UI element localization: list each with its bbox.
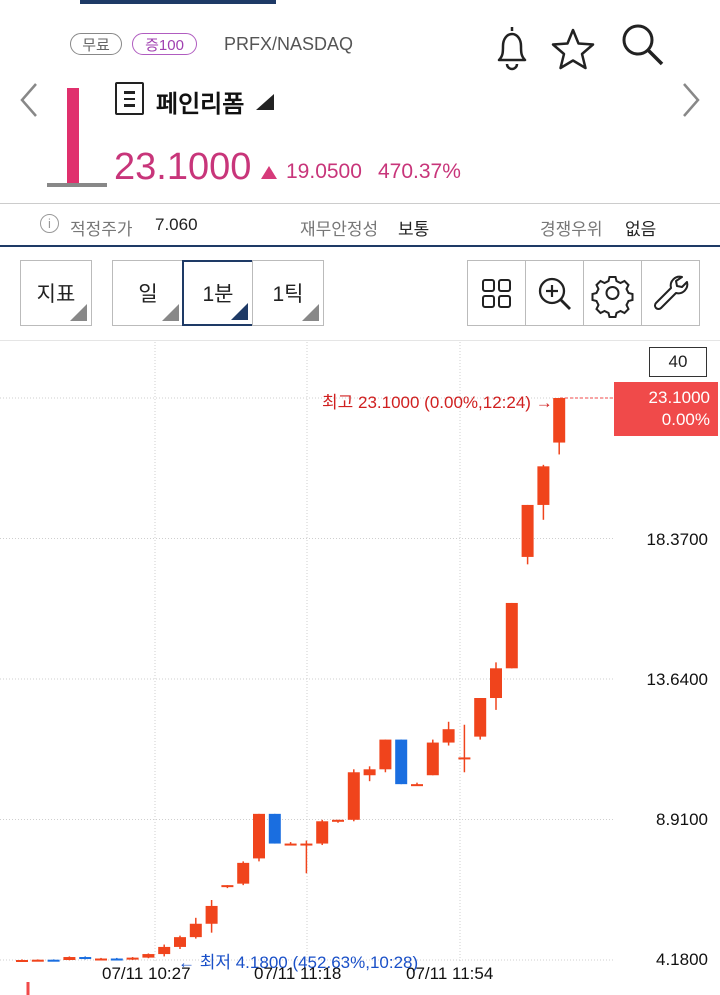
candle-body [253, 813, 265, 859]
x-tick-label: 07/11 11:18 [254, 964, 342, 983]
x-tick-label: 07/11 10:27 [102, 964, 191, 983]
menu-icon[interactable] [115, 82, 144, 115]
info-icon[interactable]: i [40, 214, 59, 233]
candle-body [316, 821, 329, 844]
mini-price-base [47, 183, 107, 187]
candle-body [31, 959, 44, 962]
candle-body [474, 698, 487, 737]
financial-label: 재무안정성 [300, 220, 379, 239]
candle-body [63, 957, 76, 960]
candle-body [300, 843, 313, 846]
zoom-button[interactable] [525, 260, 584, 326]
candle-body [332, 819, 344, 822]
y-tick-label: 13.6400 [646, 670, 708, 689]
tick-label: 1틱 [272, 283, 304, 306]
tab-indicator [80, 0, 276, 4]
star-icon[interactable] [550, 26, 596, 72]
candle-body [237, 862, 250, 884]
candle-body [426, 742, 439, 776]
candle-body [458, 757, 471, 760]
wrench-icon [653, 275, 689, 311]
minute-button[interactable]: 1분 [182, 260, 254, 326]
settings-button[interactable] [583, 260, 642, 326]
candle-body [442, 729, 455, 743]
candle-body [174, 937, 186, 947]
candle-body [395, 739, 408, 785]
stock-dropdown-icon[interactable] [256, 94, 274, 110]
financial-value: 보통 [398, 220, 430, 239]
candle-body [110, 958, 123, 961]
section-divider [0, 245, 720, 247]
indicator-button[interactable]: 지표 [20, 260, 92, 326]
chart-count-box[interactable]: 40 [649, 347, 707, 377]
grid-icon [482, 279, 511, 308]
candle-body [142, 954, 155, 958]
candlestick-chart[interactable] [0, 342, 720, 995]
candle-body [95, 958, 107, 961]
mini-price-bar [67, 88, 79, 184]
price-change: 19.0500 [286, 160, 362, 183]
day-button[interactable]: 일 [112, 260, 184, 326]
fair-price-label: 적정주가 [70, 220, 133, 239]
last-price: 23.1000 [114, 146, 252, 188]
candle-body [47, 959, 60, 962]
bell-icon[interactable] [490, 24, 534, 74]
candle-body [158, 946, 171, 955]
candle-body [363, 769, 376, 776]
current-price-tag: 23.1000 0.00% [614, 382, 718, 436]
prev-arrow-icon[interactable] [14, 80, 44, 120]
competitive-label: 경쟁우위 [540, 220, 603, 239]
free-badge: 무료 [70, 33, 122, 55]
candle-body [505, 602, 518, 669]
candle-body [537, 466, 550, 505]
x-tick-label: 07/11 11:54 [406, 964, 494, 983]
up-triangle-icon [261, 166, 277, 179]
candle-body [553, 398, 566, 443]
candle-body [284, 843, 297, 846]
stock-name[interactable]: 페인리폼 [156, 84, 244, 119]
wrench-button[interactable] [641, 260, 700, 326]
candle-body [379, 739, 392, 770]
candle-body [205, 905, 218, 924]
candle-body [16, 960, 28, 962]
current-price-tag-price: 23.1000 [648, 388, 710, 407]
price-change-pct: 470.37% [378, 160, 461, 183]
candle-body [221, 885, 234, 888]
chart-top-border [0, 340, 720, 341]
y-tick-label: 18.3700 [646, 530, 708, 549]
candle-body [79, 957, 92, 960]
candle-body [521, 504, 534, 557]
candle-body [347, 772, 360, 820]
margin-badge: 증100 [132, 33, 197, 55]
ticker-label: PRFX/NASDAQ [224, 34, 354, 54]
candle-body [490, 668, 502, 699]
tick-button[interactable]: 1틱 [252, 260, 324, 326]
divider [0, 203, 720, 204]
high-annotation: 최고 23.1000 (0.00%,12:24) → [322, 393, 553, 412]
search-icon[interactable] [618, 20, 666, 68]
day-label: 일 [138, 283, 158, 306]
grid-button[interactable] [467, 260, 526, 326]
candle-body [411, 784, 423, 787]
competitive-value: 없음 [625, 220, 657, 239]
settings-icon [591, 276, 634, 318]
candle-body [126, 957, 139, 960]
fair-price-value: 7.060 [155, 215, 198, 234]
candle-body [189, 923, 202, 938]
next-arrow-icon[interactable] [676, 80, 706, 120]
current-price-tag-pct: 0.00% [661, 410, 710, 429]
y-tick-label: 8.9100 [656, 810, 708, 829]
candle-body [268, 813, 281, 844]
y-tick-label: 4.1800 [656, 950, 708, 969]
minute-label: 1분 [202, 283, 234, 306]
zoom-in-icon [538, 277, 571, 310]
